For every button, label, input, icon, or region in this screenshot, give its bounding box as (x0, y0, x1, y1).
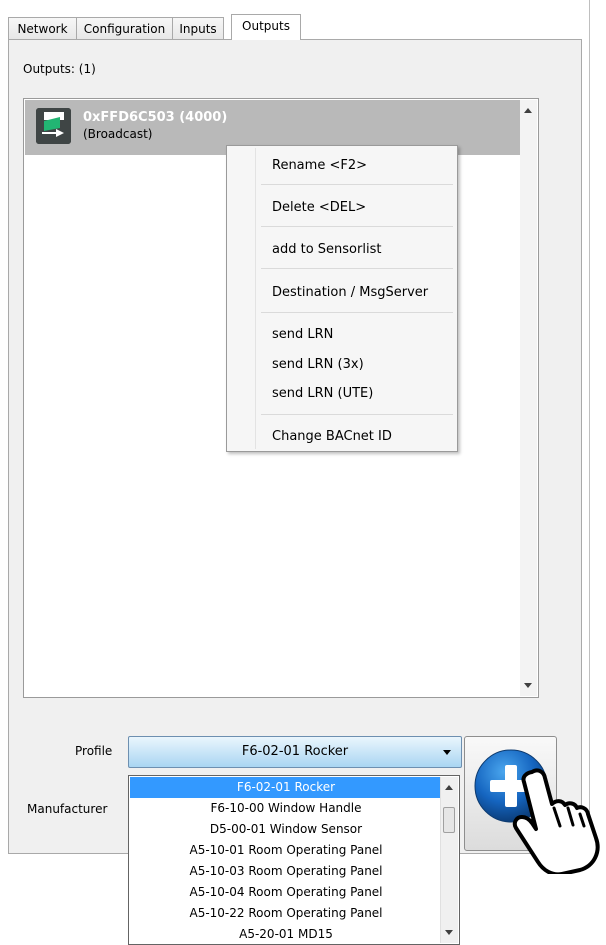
menu-item-rename[interactable]: Rename <F2> (272, 158, 367, 173)
list-scrollbar[interactable] (520, 100, 537, 696)
scroll-down-icon[interactable] (445, 930, 453, 935)
profile-label: Profile (75, 744, 113, 758)
chevron-down-icon (443, 750, 451, 755)
menu-separator (261, 414, 453, 415)
menu-item-send-lrn-ute[interactable]: send LRN (UTE) (272, 386, 373, 401)
menu-separator (261, 268, 453, 269)
manufacturer-label: Manufacturer (27, 802, 108, 816)
profile-option[interactable]: F6-02-01 Rocker (130, 777, 442, 798)
menu-item-destination[interactable]: Destination / MsgServer (272, 285, 428, 300)
scroll-up-icon[interactable] (524, 108, 532, 113)
menu-item-delete[interactable]: Delete <DEL> (272, 200, 366, 215)
context-menu: Rename <F2> Delete <DEL> add to Sensorli… (226, 145, 458, 452)
menu-item-send-lrn-3x[interactable]: send LRN (3x) (272, 357, 364, 372)
tab-configuration[interactable]: Configuration (76, 17, 173, 39)
menu-separator (261, 184, 453, 185)
scroll-up-icon[interactable] (445, 785, 453, 790)
profile-dropdown-list[interactable]: F6-02-01 Rocker F6-10-00 Window Handle D… (128, 775, 460, 945)
tab-outputs[interactable]: Outputs (231, 14, 301, 40)
profile-option[interactable]: F6-10-00 Window Handle (130, 798, 442, 819)
tab-network[interactable]: Network (8, 17, 77, 39)
outputs-count-label: Outputs: (1) (23, 62, 96, 76)
menu-item-change-bacnet-id[interactable]: Change BACnet ID (272, 429, 392, 444)
scroll-down-icon[interactable] (524, 683, 532, 688)
menu-item-send-lrn[interactable]: send LRN (272, 327, 333, 342)
profile-option[interactable]: A5-10-03 Room Operating Panel (130, 861, 442, 882)
menu-gutter (255, 148, 256, 449)
scroll-thumb[interactable] (443, 807, 455, 833)
output-destination: (Broadcast) (83, 127, 153, 141)
menu-item-add-to-sensorlist[interactable]: add to Sensorlist (272, 242, 381, 257)
output-device-icon (36, 108, 71, 144)
menu-separator (261, 312, 453, 313)
profile-select[interactable]: F6-02-01 Rocker (128, 736, 462, 768)
profile-option[interactable]: A5-20-01 MD15 (130, 924, 442, 945)
tab-inputs[interactable]: Inputs (172, 17, 224, 39)
window-frame-edge (589, 0, 590, 858)
profile-option[interactable]: A5-10-01 Room Operating Panel (130, 840, 442, 861)
output-address: 0xFFD6C503 (4000) (83, 110, 228, 125)
menu-separator (261, 226, 453, 227)
profile-option[interactable]: A5-10-22 Room Operating Panel (130, 903, 442, 924)
profile-option[interactable]: D5-00-01 Window Sensor (130, 819, 442, 840)
dropdown-scrollbar[interactable] (440, 777, 458, 943)
profile-selected-value: F6-02-01 Rocker (241, 744, 349, 759)
hand-cursor-icon (512, 768, 600, 874)
profile-option[interactable]: A5-10-04 Room Operating Panel (130, 882, 442, 903)
